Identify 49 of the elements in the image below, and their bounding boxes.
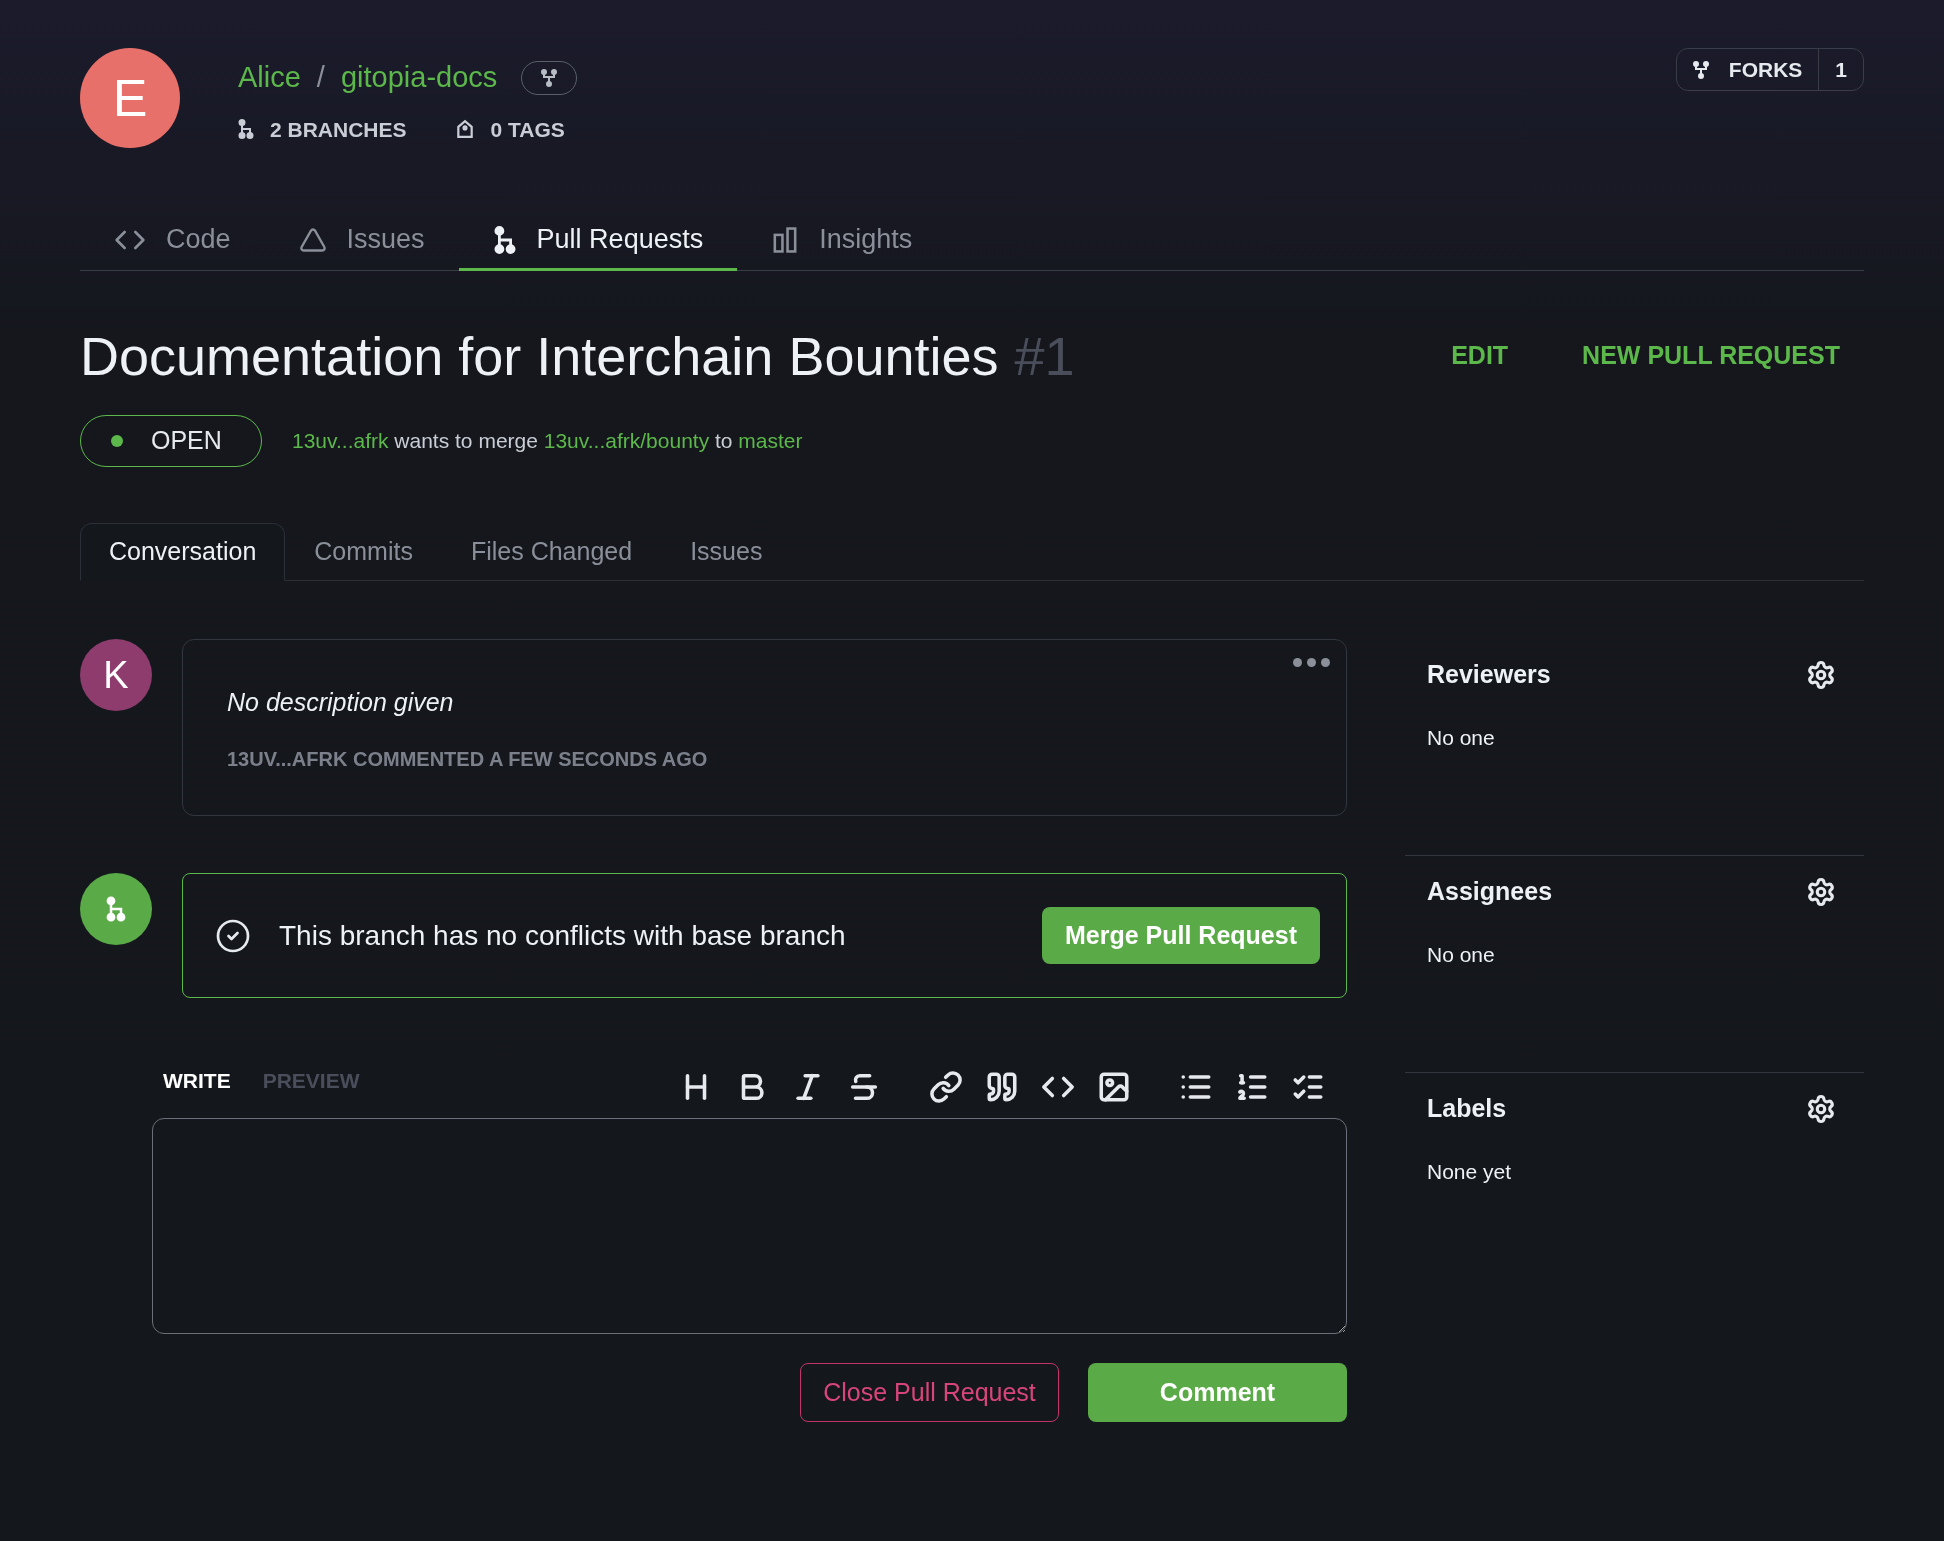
new-pull-request-button[interactable]: NEW PULL REQUEST [1582, 337, 1840, 375]
comment-input-field[interactable] [152, 1118, 1347, 1334]
triangle-icon [298, 225, 327, 254]
merge-summary: 13uv...afrk wants to merge 13uv...afrk/bounty to master [292, 428, 803, 455]
repo-owner-link[interactable]: Alice [238, 56, 301, 100]
fork-icon [541, 67, 558, 88]
branches-link[interactable]: 2 BRANCHES [270, 113, 407, 145]
pull-request-icon [492, 225, 517, 254]
sidebar-section-title: Labels [1427, 1093, 1507, 1124]
tags-link[interactable]: 0 TAGS [490, 113, 565, 145]
forks-label: FORKS [1728, 56, 1803, 83]
tag-icon [454, 119, 475, 140]
link-icon[interactable] [929, 1070, 963, 1104]
sidebar-section-value: None yet [1427, 1158, 1513, 1185]
quote-icon[interactable] [985, 1070, 1019, 1104]
fork-icon [1692, 59, 1709, 80]
pull-request-tab[interactable]: Commits [285, 523, 442, 581]
comment-meta: 13UV...AFRK COMMENTED A FEW SECONDS AGO [227, 746, 709, 772]
pull-request-tab[interactable]: Issues [661, 523, 792, 581]
path-separator: / [316, 60, 325, 95]
settings-icon[interactable] [1806, 659, 1836, 690]
edit-button[interactable]: EDIT [1451, 337, 1509, 375]
repo-avatar: E [80, 48, 180, 148]
pull-request-tab[interactable]: Files Changed [441, 523, 662, 581]
commenter-avatar: K [80, 639, 152, 711]
sidebar-section-title: Assignees [1427, 876, 1553, 907]
forks-button[interactable]: FORKS 1 [1675, 48, 1864, 91]
editor-tab[interactable]: WRITE [163, 1065, 231, 1097]
more-options-icon[interactable] [1293, 658, 1330, 667]
settings-icon[interactable] [1806, 876, 1836, 907]
repo-tab[interactable]: Pull Requests [458, 211, 738, 271]
merge-status-text: This branch has no conflicts with base branch [279, 918, 846, 953]
sidebar-section-value: No one [1427, 724, 1496, 751]
check-circle-icon [215, 917, 251, 954]
comment-body: No description given [227, 687, 455, 718]
repo-tab[interactable]: Code [80, 211, 265, 271]
repo-name-link[interactable]: gitopia-docs [340, 56, 498, 100]
branch-icon [238, 117, 254, 142]
close-pull-request-button[interactable]: Close Pull Request [800, 1363, 1059, 1422]
settings-icon[interactable] [1806, 1093, 1836, 1124]
image-icon[interactable] [1097, 1070, 1131, 1104]
forks-count: 1 [1818, 49, 1863, 90]
pull-request-number: #1 [1014, 329, 1075, 383]
pull-request-title: Documentation for Interchain Bounties [80, 329, 999, 383]
repo-tab[interactable]: Issues [264, 211, 459, 271]
sidebar-section-value: No one [1427, 941, 1496, 968]
repo-tab[interactable]: Insights [737, 211, 947, 271]
pull-request-tab[interactable]: Conversation [80, 523, 286, 581]
sidebar-section-title: Reviewers [1427, 659, 1551, 690]
